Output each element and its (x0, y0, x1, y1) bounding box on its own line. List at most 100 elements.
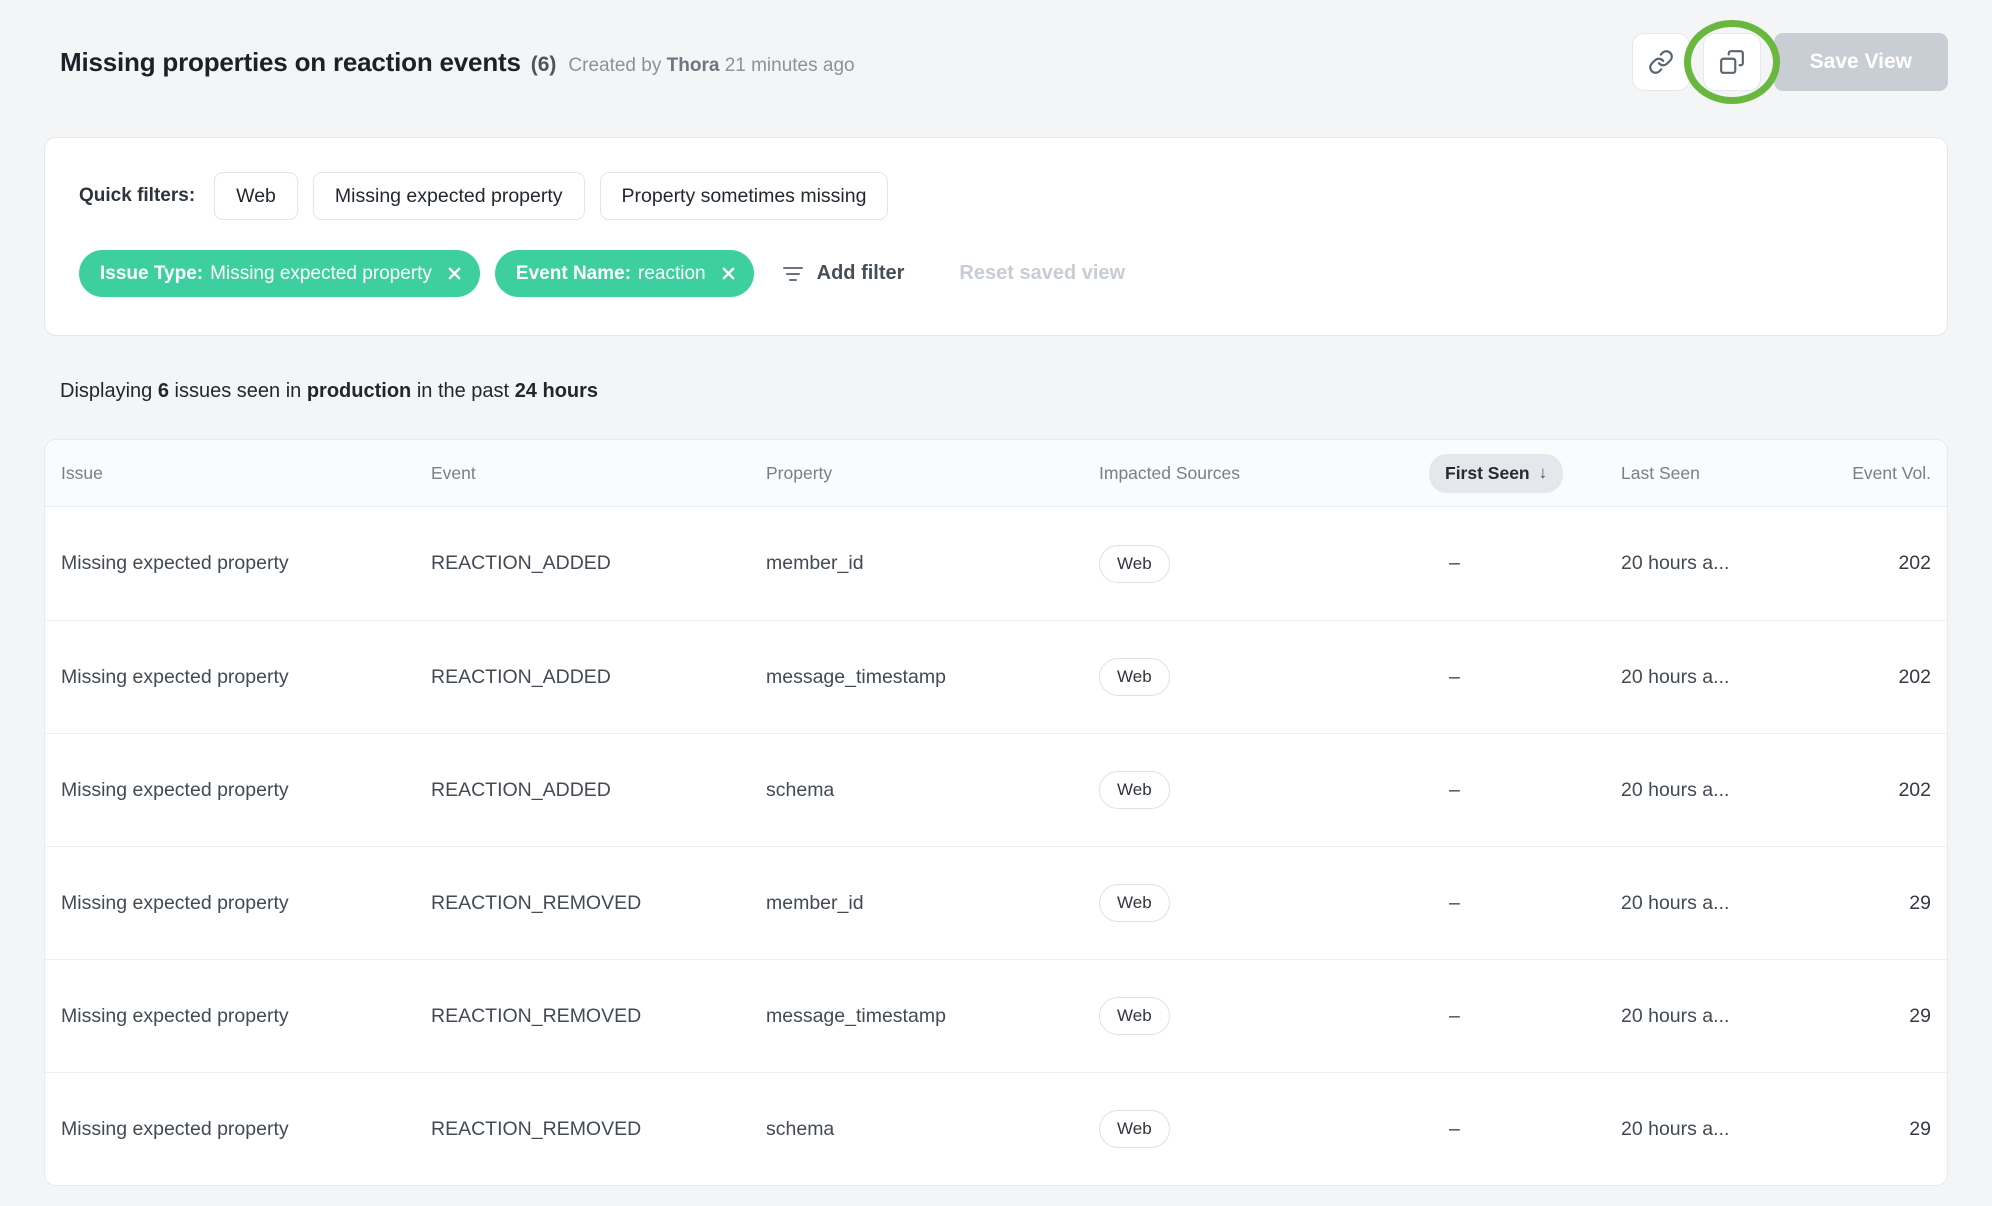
sort-descending-icon: ↓ (1539, 463, 1548, 483)
filter-card: Quick filters: Web Missing expected prop… (44, 137, 1948, 336)
event-volume-cell: 29 (1813, 1005, 1931, 1028)
column-header-issue[interactable]: Issue (61, 463, 431, 484)
summary-text: in the past (417, 380, 509, 402)
event-volume-cell: 202 (1813, 779, 1931, 802)
sources-cell: Web (1099, 771, 1419, 809)
copy-link-button[interactable] (1632, 33, 1690, 91)
sort-label: First Seen (1445, 463, 1530, 484)
created-meta: Created by Thora 21 minutes ago (568, 55, 854, 77)
reset-saved-view-button[interactable]: Reset saved view (959, 262, 1125, 285)
source-badge: Web (1099, 771, 1170, 809)
created-ago: 21 minutes ago (725, 55, 855, 76)
summary-text: Displaying (60, 380, 152, 402)
event-volume-cell: 29 (1813, 1118, 1931, 1141)
column-header-first-seen: First Seen ↓ (1419, 454, 1621, 493)
source-badge: Web (1099, 997, 1170, 1035)
first-seen-cell: – (1419, 1118, 1621, 1141)
quick-filter-web[interactable]: Web (214, 172, 298, 220)
filter-chip-event-name[interactable]: Event Name: reaction (495, 250, 754, 297)
table-row[interactable]: Missing expected property REACTION_ADDED… (45, 507, 1947, 620)
results-summary: Displaying 6 issues seen in production i… (60, 380, 1948, 403)
sort-first-seen-button[interactable]: First Seen ↓ (1429, 454, 1563, 493)
event-volume-cell: 202 (1813, 666, 1931, 689)
first-seen-cell: – (1419, 892, 1621, 915)
column-header-impacted-sources[interactable]: Impacted Sources (1099, 463, 1419, 484)
event-cell: REACTION_ADDED (431, 552, 766, 575)
last-seen-cell: 20 hours a... (1621, 779, 1813, 802)
quick-filters-row: Quick filters: Web Missing expected prop… (79, 172, 1913, 220)
quick-filter-missing-expected-property[interactable]: Missing expected property (313, 172, 585, 220)
quick-filter-property-sometimes-missing[interactable]: Property sometimes missing (600, 172, 889, 220)
source-badge: Web (1099, 1110, 1170, 1148)
issue-cell: Missing expected property (61, 666, 431, 689)
table-row[interactable]: Missing expected property REACTION_ADDED… (45, 620, 1947, 733)
first-seen-cell: – (1419, 779, 1621, 802)
table-row[interactable]: Missing expected property REACTION_ADDED… (45, 733, 1947, 846)
last-seen-cell: 20 hours a... (1621, 552, 1813, 575)
topbar: Missing properties on reaction events (6… (44, 33, 1948, 91)
event-volume-cell: 202 (1813, 552, 1931, 575)
column-header-last-seen[interactable]: Last Seen (1621, 463, 1813, 484)
column-header-event[interactable]: Event (431, 463, 766, 484)
duplicate-view-button[interactable] (1703, 33, 1761, 91)
copy-icon (1719, 49, 1745, 75)
save-view-button[interactable]: Save View (1774, 33, 1948, 91)
issue-cell: Missing expected property (61, 779, 431, 802)
event-volume-cell: 29 (1813, 892, 1931, 915)
issue-cell: Missing expected property (61, 892, 431, 915)
last-seen-cell: 20 hours a... (1621, 1118, 1813, 1141)
column-header-event-vol[interactable]: Event Vol. (1813, 463, 1931, 484)
first-seen-cell: – (1419, 666, 1621, 689)
summary-text: issues seen in (175, 380, 302, 402)
chip-value: reaction (638, 263, 706, 285)
chip-label: Issue Type: (100, 263, 203, 285)
last-seen-cell: 20 hours a... (1621, 1005, 1813, 1028)
sources-cell: Web (1099, 1110, 1419, 1148)
property-cell: member_id (766, 552, 1099, 575)
issue-cell: Missing expected property (61, 1005, 431, 1028)
table-header-row: Issue Event Property Impacted Sources Fi… (45, 440, 1947, 507)
table-row[interactable]: Missing expected property REACTION_REMOV… (45, 1072, 1947, 1185)
event-cell: REACTION_REMOVED (431, 892, 766, 915)
sources-cell: Web (1099, 545, 1419, 583)
author-name: Thora (667, 55, 720, 76)
add-filter-label: Add filter (817, 262, 905, 285)
last-seen-cell: 20 hours a... (1621, 892, 1813, 915)
duplicate-button-wrap (1703, 33, 1761, 91)
sources-cell: Web (1099, 884, 1419, 922)
add-filter-button[interactable]: Add filter (782, 262, 905, 285)
summary-environment: production (307, 380, 411, 402)
property-cell: schema (766, 1118, 1099, 1141)
event-cell: REACTION_REMOVED (431, 1118, 766, 1141)
remove-filter-icon[interactable] (447, 266, 462, 281)
property-cell: schema (766, 779, 1099, 802)
table-row[interactable]: Missing expected property REACTION_REMOV… (45, 959, 1947, 1072)
sources-cell: Web (1099, 997, 1419, 1035)
summary-count: 6 (158, 380, 169, 402)
topbar-actions: Save View (1632, 33, 1948, 91)
filter-chip-issue-type[interactable]: Issue Type: Missing expected property (79, 250, 480, 297)
remove-filter-icon[interactable] (721, 266, 736, 281)
page: Missing properties on reaction events (6… (0, 0, 1992, 1206)
issue-cell: Missing expected property (61, 552, 431, 575)
filter-lines-icon (782, 264, 804, 284)
quick-filters-label: Quick filters: (79, 185, 195, 207)
table-row[interactable]: Missing expected property REACTION_REMOV… (45, 846, 1947, 959)
first-seen-cell: – (1419, 552, 1621, 575)
issues-table: Issue Event Property Impacted Sources Fi… (44, 439, 1948, 1186)
property-cell: message_timestamp (766, 666, 1099, 689)
title-wrap: Missing properties on reaction events (6… (44, 47, 855, 78)
column-header-property[interactable]: Property (766, 463, 1099, 484)
event-cell: REACTION_ADDED (431, 666, 766, 689)
property-cell: message_timestamp (766, 1005, 1099, 1028)
event-cell: REACTION_ADDED (431, 779, 766, 802)
summary-time-range: 24 hours (515, 380, 598, 402)
link-icon (1648, 49, 1674, 75)
source-badge: Web (1099, 658, 1170, 696)
first-seen-cell: – (1419, 1005, 1621, 1028)
last-seen-cell: 20 hours a... (1621, 666, 1813, 689)
chip-label: Event Name: (516, 263, 631, 285)
issue-cell: Missing expected property (61, 1118, 431, 1141)
property-cell: member_id (766, 892, 1099, 915)
source-badge: Web (1099, 884, 1170, 922)
